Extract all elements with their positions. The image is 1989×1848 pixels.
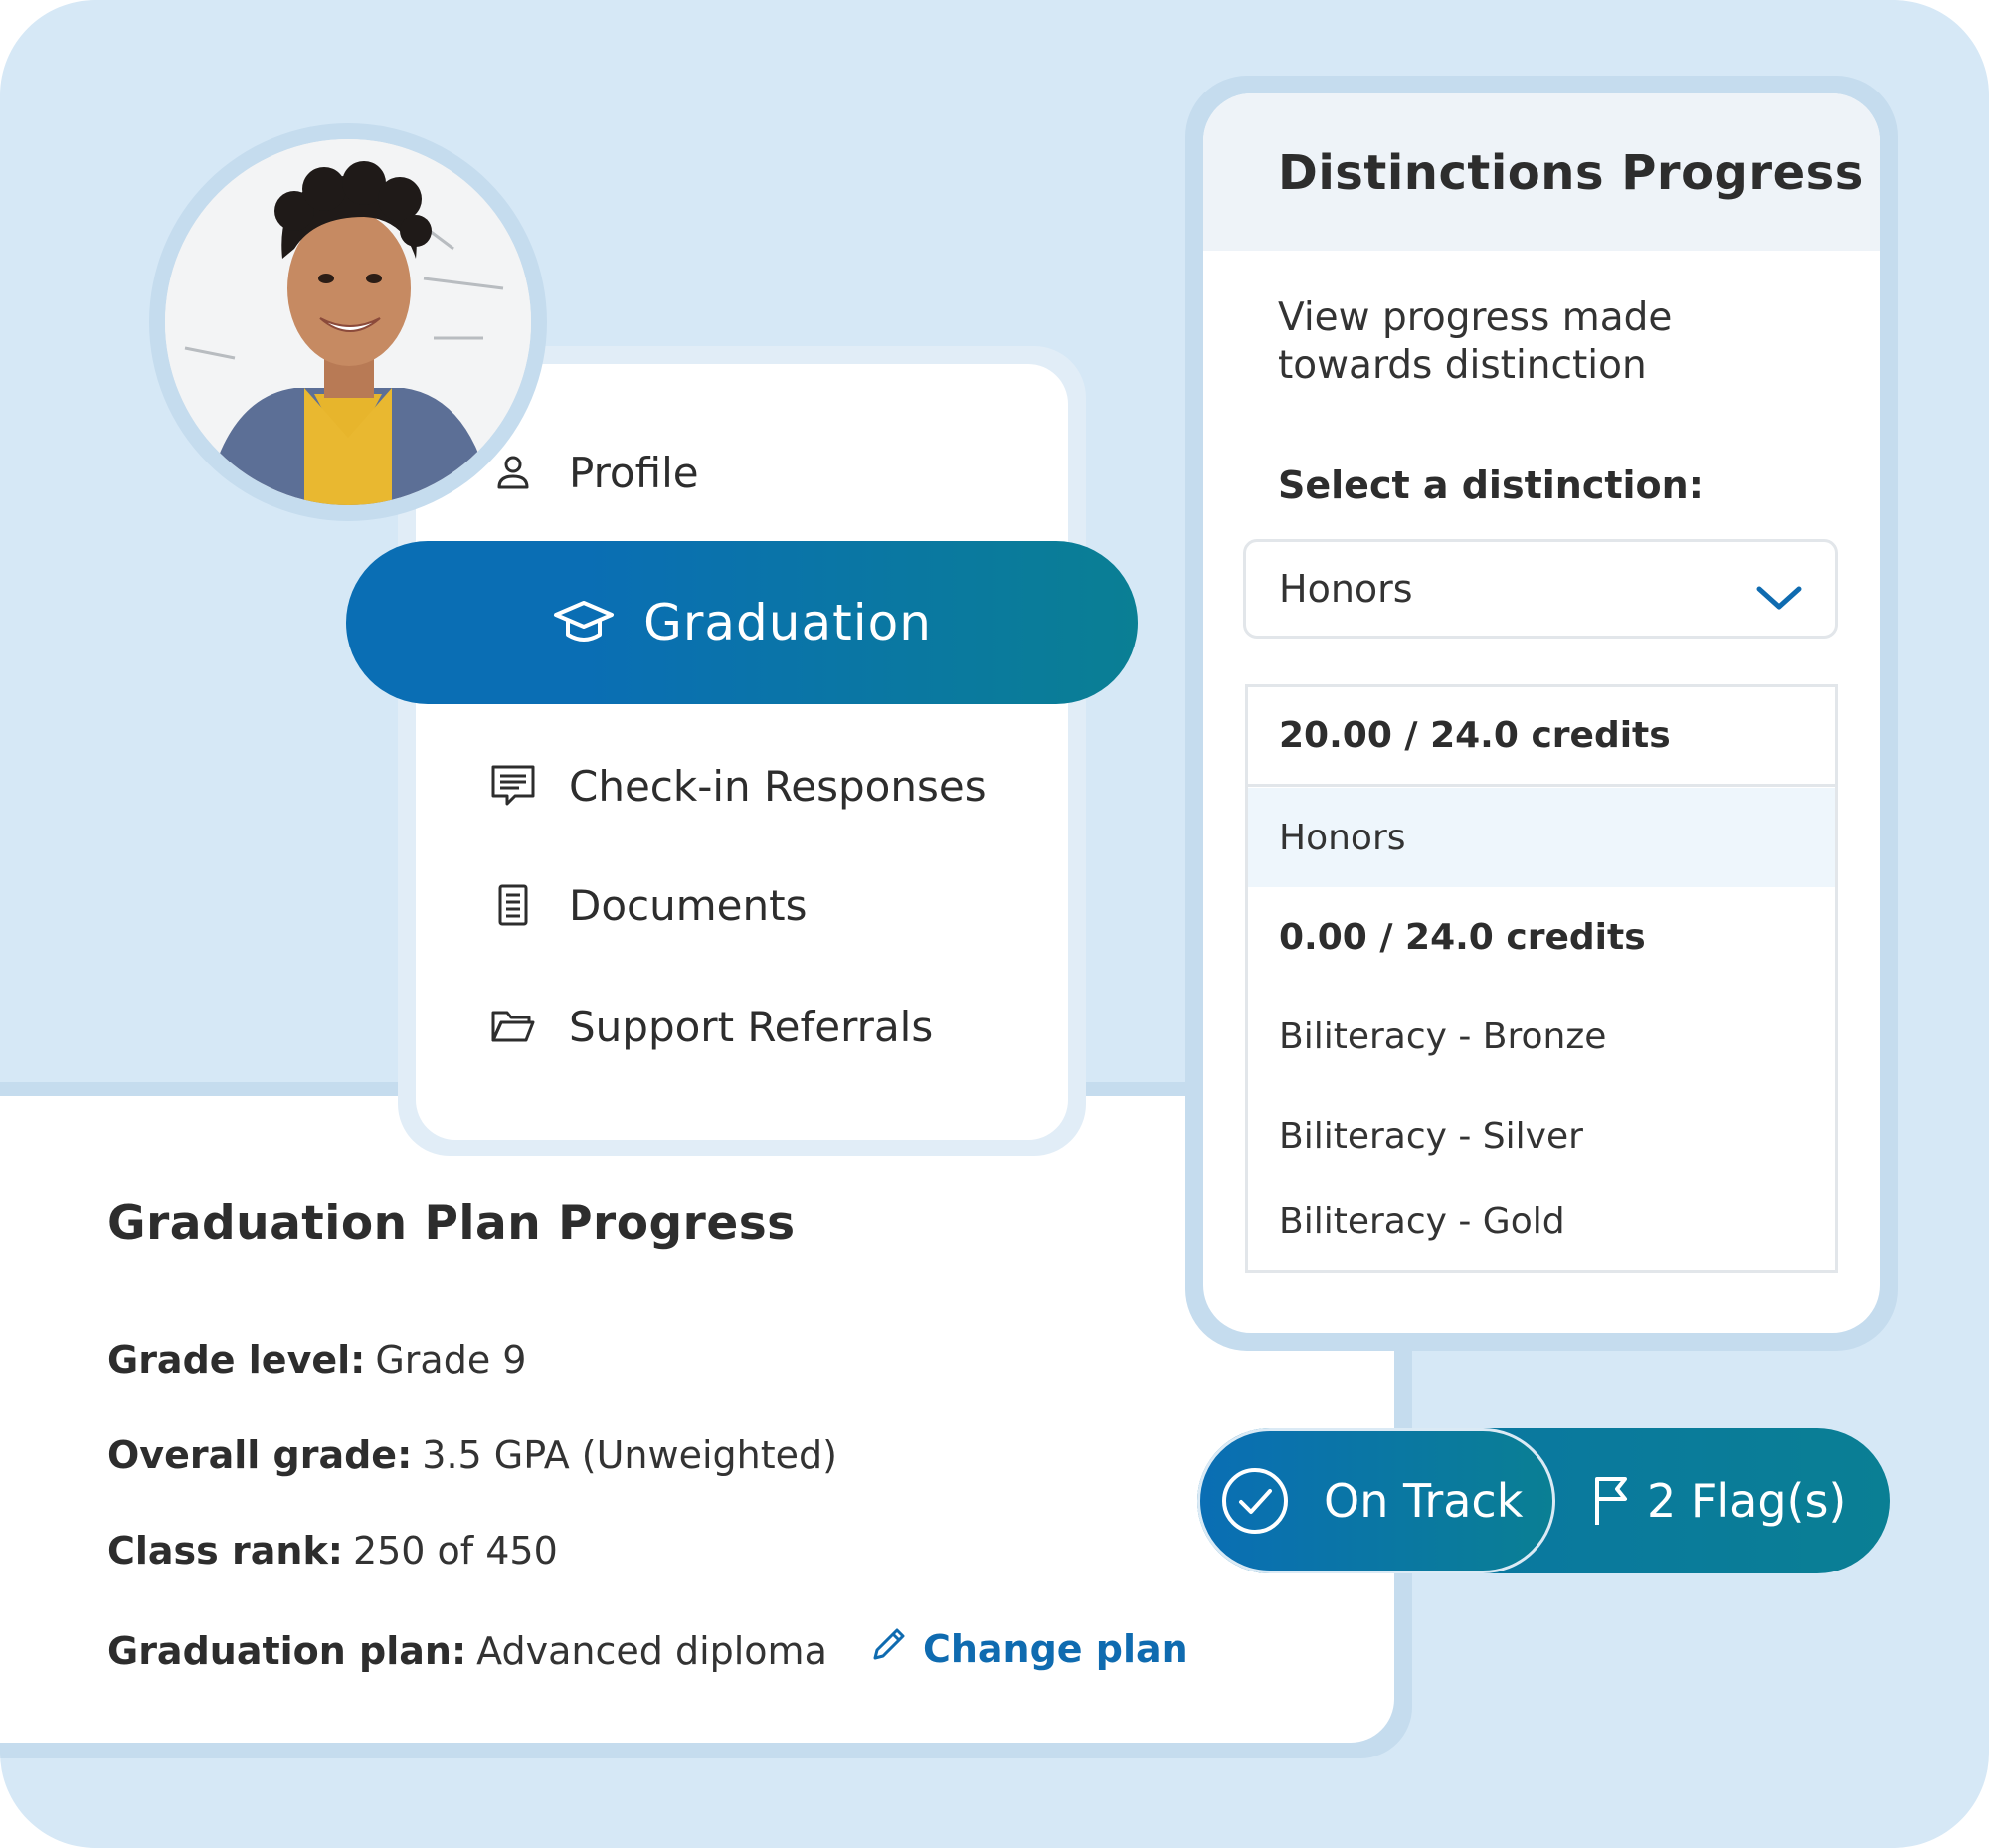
nav-item-label: Profile — [569, 448, 699, 497]
flag-icon — [1591, 1475, 1631, 1527]
distinction-option[interactable]: Biliteracy - Silver — [1248, 1086, 1835, 1186]
on-track-button[interactable]: On Track — [1197, 1428, 1555, 1573]
nav-item-label: Graduation — [643, 594, 932, 651]
plan-title: Graduation Plan Progress — [107, 1197, 796, 1251]
distinction-select-value: Honors — [1279, 567, 1413, 611]
distinctions-description: View progress made towards distinction — [1278, 295, 1673, 388]
nav-item-profile[interactable]: Profile — [487, 447, 699, 498]
distinctions-card: Distinctions Progress View progress made… — [1203, 93, 1880, 1333]
check-circle-icon — [1220, 1466, 1290, 1536]
nav-item-check-in-responses[interactable]: Check-in Responses — [487, 760, 987, 812]
on-track-label: On Track — [1324, 1474, 1524, 1528]
overall-grade-label: Overall grade: — [107, 1433, 413, 1477]
distinction-select[interactable]: Honors — [1243, 539, 1838, 639]
overall-grade-value: 3.5 GPA (Unweighted) — [422, 1433, 837, 1477]
nav-item-graduation[interactable]: Graduation — [346, 541, 1138, 704]
folder-icon — [487, 1001, 539, 1052]
chevron-down-icon — [1755, 578, 1803, 622]
class-rank-row: Class rank: 250 of 450 — [107, 1529, 558, 1572]
distinction-option[interactable]: Biliteracy - Gold — [1248, 1172, 1835, 1271]
overall-grade-row: Overall grade: 3.5 GPA (Unweighted) — [107, 1433, 837, 1477]
distinction-option[interactable]: Biliteracy - Bronze — [1248, 987, 1835, 1086]
grade-level-row: Grade level: Grade 9 — [107, 1338, 526, 1382]
select-distinction-label: Select a distinction: — [1278, 463, 1704, 507]
student-avatar — [165, 139, 531, 505]
grade-level-value: Grade 9 — [375, 1338, 527, 1382]
chat-icon — [487, 760, 539, 812]
distinction-option[interactable]: Honors — [1248, 788, 1835, 887]
distinctions-title: Distinctions Progress — [1278, 145, 1864, 201]
grade-level-label: Grade level: — [107, 1338, 366, 1382]
change-plan-link[interactable]: Change plan — [869, 1624, 1188, 1673]
flags-label: 2 Flag(s) — [1647, 1474, 1847, 1528]
graduation-plan-value: Advanced diploma — [476, 1629, 827, 1673]
change-plan-label: Change plan — [922, 1626, 1188, 1671]
nav-item-support-referrals[interactable]: Support Referrals — [487, 1001, 933, 1052]
distinction-options-list: 20.00 / 24.0 credits Honors 0.00 / 24.0 … — [1245, 684, 1838, 1273]
graduation-plan-label: Graduation plan: — [107, 1629, 467, 1673]
distinction-option[interactable]: 0.00 / 24.0 credits — [1248, 887, 1835, 987]
nav-item-label: Documents — [569, 880, 808, 930]
app-canvas: Graduation Plan Progress Grade level: Gra… — [0, 0, 1989, 1848]
nav-item-documents[interactable]: Documents — [487, 879, 807, 931]
document-icon — [487, 879, 539, 931]
distinction-option[interactable]: 20.00 / 24.0 credits — [1248, 687, 1835, 787]
class-rank-label: Class rank: — [107, 1529, 343, 1572]
nav-item-label: Check-in Responses — [569, 761, 987, 811]
graduation-plan-row: Graduation plan: Advanced diploma Change … — [107, 1624, 1188, 1674]
class-rank-value: 250 of 450 — [352, 1529, 558, 1572]
flags-button[interactable]: 2 Flag(s) — [1591, 1428, 1846, 1573]
graduation-cap-icon — [552, 597, 616, 648]
nav-item-label: Support Referrals — [569, 1002, 934, 1051]
pencil-icon — [869, 1624, 923, 1673]
